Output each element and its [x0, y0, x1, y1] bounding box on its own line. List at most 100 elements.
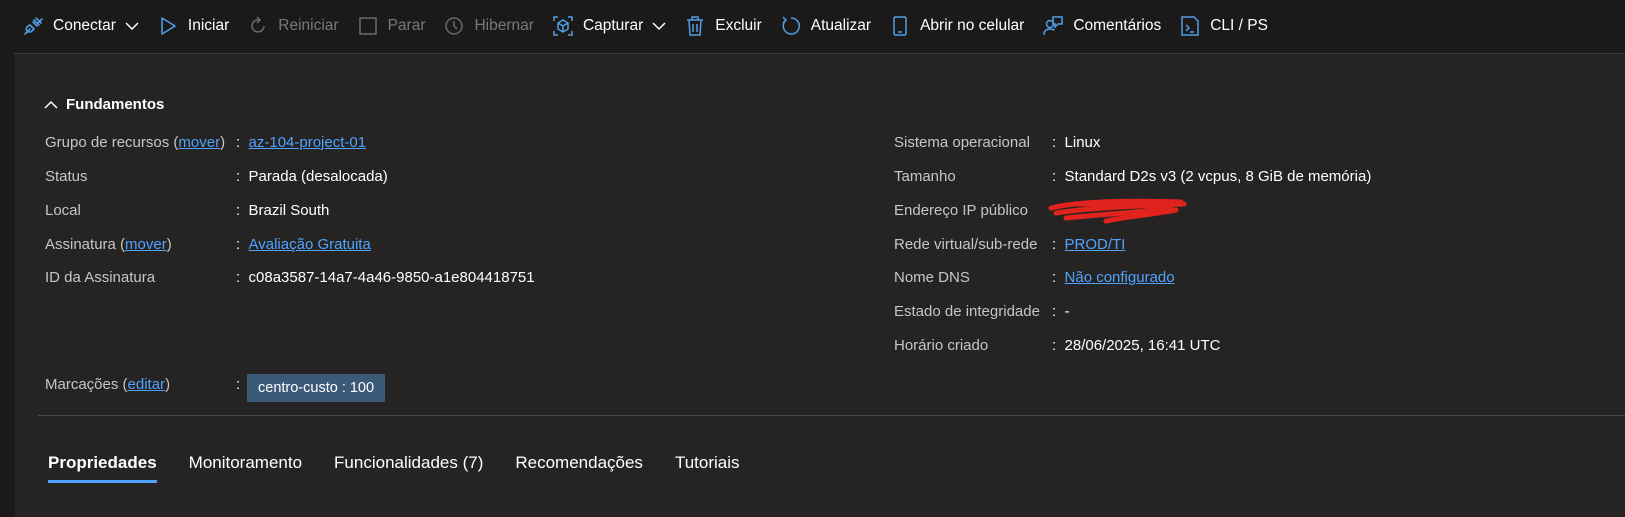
- open-mobile-label: Abrir no celular: [920, 17, 1025, 34]
- subscription-value-row: : Avaliação Gratuita: [236, 236, 371, 253]
- refresh-button[interactable]: Atualizar: [780, 8, 871, 44]
- os-value: Linux: [1064, 134, 1101, 151]
- stop-button[interactable]: Parar: [357, 8, 426, 44]
- location-value-row: : Brazil South: [236, 202, 330, 219]
- tab-recommendations[interactable]: Recomendações: [515, 448, 643, 484]
- vnet-value-row: : PROD/TI: [1052, 236, 1126, 253]
- comments-label: Comentários: [1073, 17, 1162, 34]
- created-value: 28/06/2025, 16:41 UTC: [1064, 337, 1221, 354]
- capture-label: Capturar: [582, 17, 644, 34]
- status-label: Status: [45, 168, 88, 185]
- size-label-row: Tamanho: [894, 165, 956, 189]
- dns-label-row: Nome DNS: [894, 266, 970, 290]
- refresh-label: Atualizar: [810, 17, 872, 34]
- resource-group-label: Grupo de recursos: [45, 134, 170, 151]
- status-value: Parada (desalocada): [248, 168, 388, 185]
- health-value: -: [1064, 303, 1070, 320]
- cli-label: CLI / PS: [1210, 17, 1268, 34]
- size-value: Standard D2s v3 (2 vcpus, 8 GiB de memór…: [1064, 168, 1372, 185]
- tab-bar: Propriedades Monitoramento Funcionalidad…: [48, 448, 772, 484]
- tags-label: Marcações: [45, 376, 119, 393]
- health-label-row: Estado de integridade: [894, 300, 1040, 324]
- restart-label: Reiniciar: [278, 17, 339, 34]
- tags-edit-link[interactable]: editar: [128, 376, 166, 393]
- subscription-label: Assinatura: [45, 236, 116, 253]
- hibernate-button[interactable]: Hibernar: [443, 8, 534, 44]
- capture-button[interactable]: Capturar: [552, 8, 666, 44]
- stop-icon: [357, 15, 379, 37]
- delete-label: Excluir: [715, 17, 762, 34]
- tab-monitoring[interactable]: Monitoramento: [189, 448, 302, 484]
- redaction-scribble: [1046, 196, 1191, 230]
- cli-icon: [1179, 15, 1201, 37]
- capture-icon: [552, 15, 574, 37]
- hibernate-label: Hibernar: [474, 17, 534, 34]
- subscription-move-link[interactable]: mover: [125, 236, 167, 253]
- subscription-link[interactable]: Avaliação Gratuita: [249, 236, 371, 253]
- tags-row: Marcações (editar): [45, 376, 171, 393]
- resource-group-link[interactable]: az-104-project-01: [249, 134, 367, 151]
- created-label-row: Horário criado: [894, 334, 988, 358]
- resource-group-move-link[interactable]: mover: [178, 134, 220, 151]
- tag-chip[interactable]: centro-custo : 100: [247, 374, 386, 402]
- location-label: Local: [45, 202, 81, 219]
- tags-colon: :: [236, 376, 241, 393]
- plug-icon: [22, 15, 44, 37]
- section-divider: [38, 415, 1625, 416]
- os-value-row: : Linux: [1052, 134, 1101, 151]
- refresh-icon: [780, 15, 802, 37]
- vnet-link[interactable]: PROD/TI: [1065, 236, 1126, 253]
- chevron-down-icon: [652, 21, 666, 31]
- command-bar: Conectar Iniciar Reiniciar Parar Hiberna…: [0, 0, 1625, 52]
- trash-icon: [684, 15, 706, 37]
- delete-button[interactable]: Excluir: [684, 8, 762, 44]
- created-label: Horário criado: [894, 337, 989, 354]
- public-ip-label: Endereço IP público: [894, 202, 1028, 219]
- essentials-toggle[interactable]: Fundamentos: [44, 96, 164, 113]
- start-label: Iniciar: [187, 17, 230, 34]
- location-value: Brazil South: [248, 202, 330, 219]
- status-value-row: : Parada (desalocada): [236, 168, 388, 185]
- connect-label: Conectar: [53, 17, 116, 34]
- dns-link[interactable]: Não configurado: [1065, 269, 1175, 286]
- chevron-down-icon: [125, 21, 139, 31]
- tab-capabilities[interactable]: Funcionalidades (7): [334, 448, 483, 484]
- subscription-row: Assinatura (mover): [45, 236, 172, 253]
- feedback-icon: [1042, 15, 1064, 37]
- subscription-id-value-row: : c08a3587-14a7-4a46-9850-a1e804418751: [236, 269, 535, 286]
- essentials-title: Fundamentos: [66, 96, 165, 113]
- clock-icon: [443, 15, 465, 37]
- size-label: Tamanho: [894, 168, 956, 185]
- subscription-id-label: ID da Assinatura: [45, 269, 156, 286]
- vnet-label-row: Rede virtual/sub-rede: [894, 233, 1037, 257]
- created-value-row: : 28/06/2025, 16:41 UTC: [1052, 337, 1221, 354]
- public-ip-label-row: Endereço IP público: [894, 199, 1028, 223]
- subscription-id-label-row: ID da Assinatura: [45, 266, 155, 290]
- dns-label: Nome DNS: [894, 269, 970, 286]
- health-label: Estado de integridade: [894, 303, 1040, 320]
- phone-icon: [889, 15, 911, 37]
- chevron-up-icon: [44, 100, 58, 110]
- subscription-id-value: c08a3587-14a7-4a46-9850-a1e804418751: [248, 269, 535, 286]
- open-mobile-button[interactable]: Abrir no celular: [889, 8, 1024, 44]
- tab-properties[interactable]: Propriedades: [48, 448, 157, 484]
- start-button[interactable]: Iniciar: [157, 8, 229, 44]
- connect-button[interactable]: Conectar: [22, 8, 139, 44]
- dns-value-row: : Não configurado: [1052, 269, 1175, 286]
- resource-group-value-row: : az-104-project-01: [236, 134, 367, 151]
- comments-button[interactable]: Comentários: [1042, 8, 1161, 44]
- os-label-row: Sistema operacional: [894, 131, 1030, 155]
- restart-button[interactable]: Reiniciar: [247, 8, 339, 44]
- restart-icon: [247, 15, 269, 37]
- os-label: Sistema operacional: [894, 134, 1030, 151]
- resource-group-row: Grupo de recursos (mover): [45, 134, 226, 151]
- vnet-label: Rede virtual/sub-rede: [894, 236, 1038, 253]
- cli-button[interactable]: CLI / PS: [1179, 8, 1268, 44]
- location-label-row: Local: [45, 199, 81, 223]
- status-label-row: Status: [45, 165, 88, 189]
- play-icon: [157, 15, 179, 37]
- stop-label: Parar: [387, 17, 426, 34]
- tab-tutorials[interactable]: Tutoriais: [675, 448, 740, 484]
- health-value-row: : -: [1052, 303, 1070, 320]
- size-value-row: : Standard D2s v3 (2 vcpus, 8 GiB de mem…: [1052, 168, 1372, 185]
